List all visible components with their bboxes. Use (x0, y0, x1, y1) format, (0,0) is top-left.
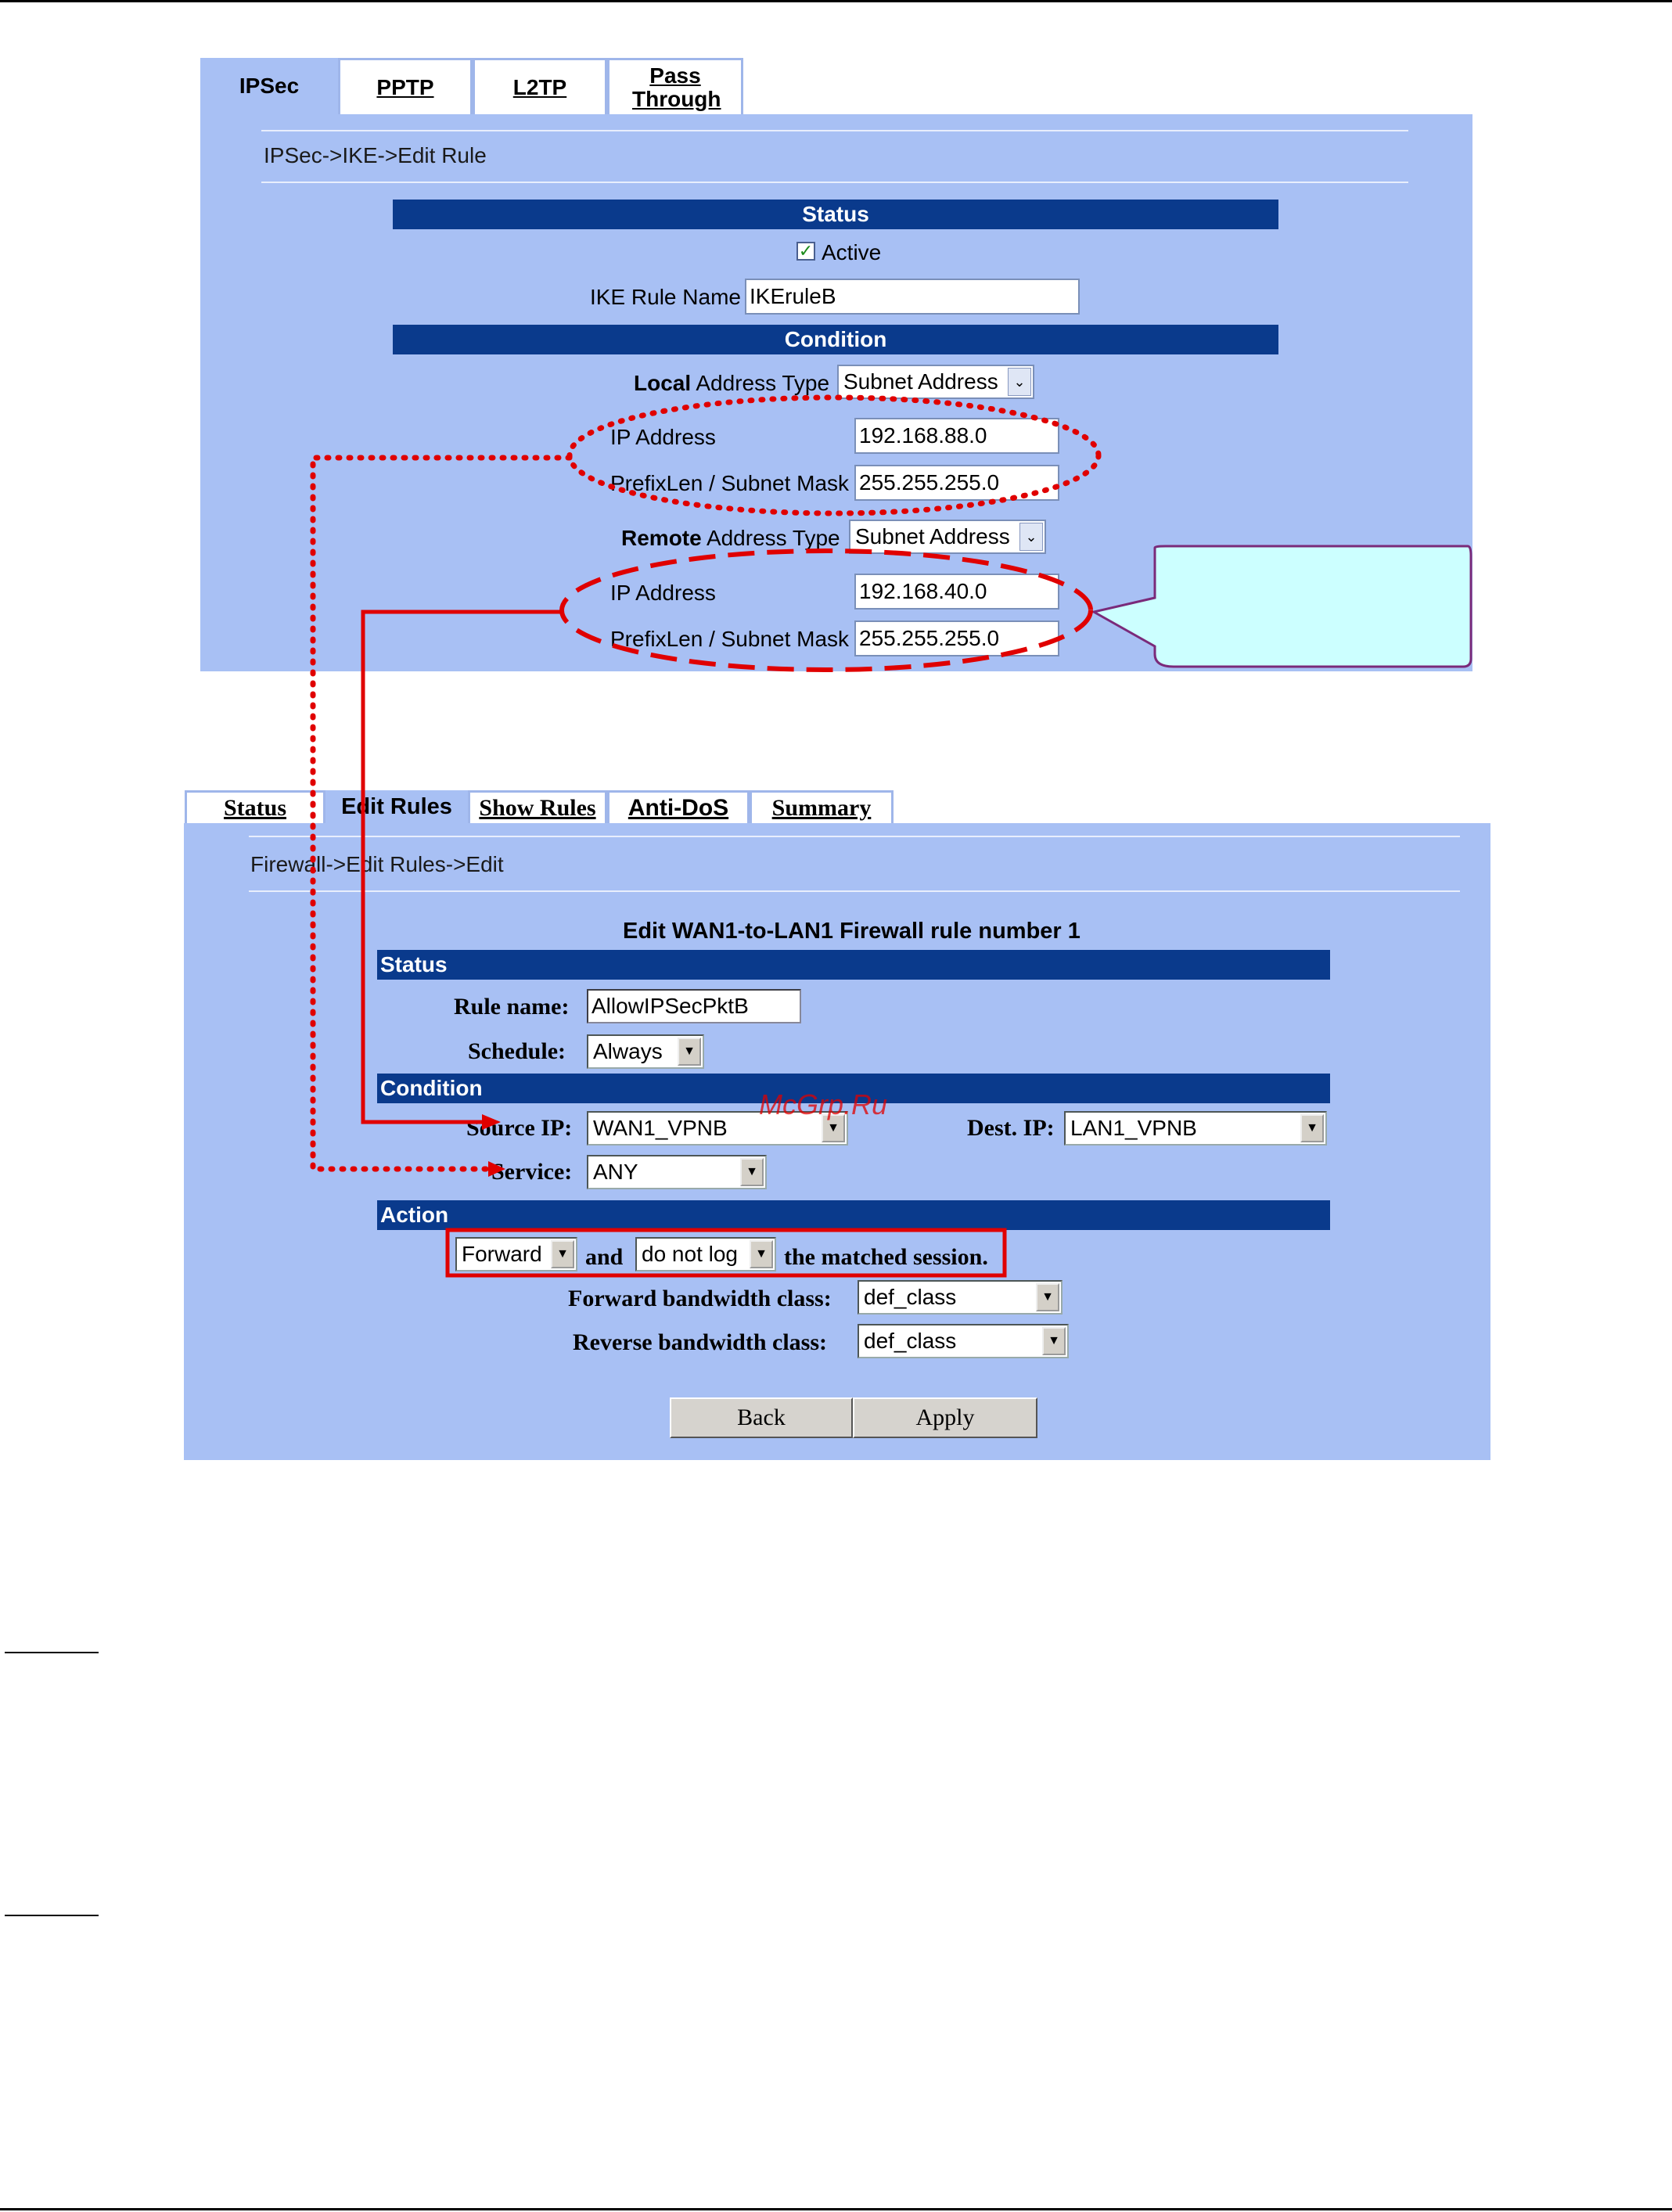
action-row-highlight (445, 1228, 1007, 1278)
watermark-text: McGrp.Ru (759, 1088, 887, 1120)
remote-address-dashed-ellipse (559, 549, 1093, 672)
callout-bubble (1090, 545, 1472, 668)
arrowhead-icon (488, 1161, 505, 1177)
arrowhead-icon (482, 1114, 501, 1130)
local-to-service-dotted-arrow (310, 455, 573, 1172)
annotation-overlay: McGrp.Ru (310, 394, 1472, 1278)
remote-to-source-ip-arrow (361, 610, 562, 1124)
local-address-dotted-ellipse (566, 394, 1102, 516)
